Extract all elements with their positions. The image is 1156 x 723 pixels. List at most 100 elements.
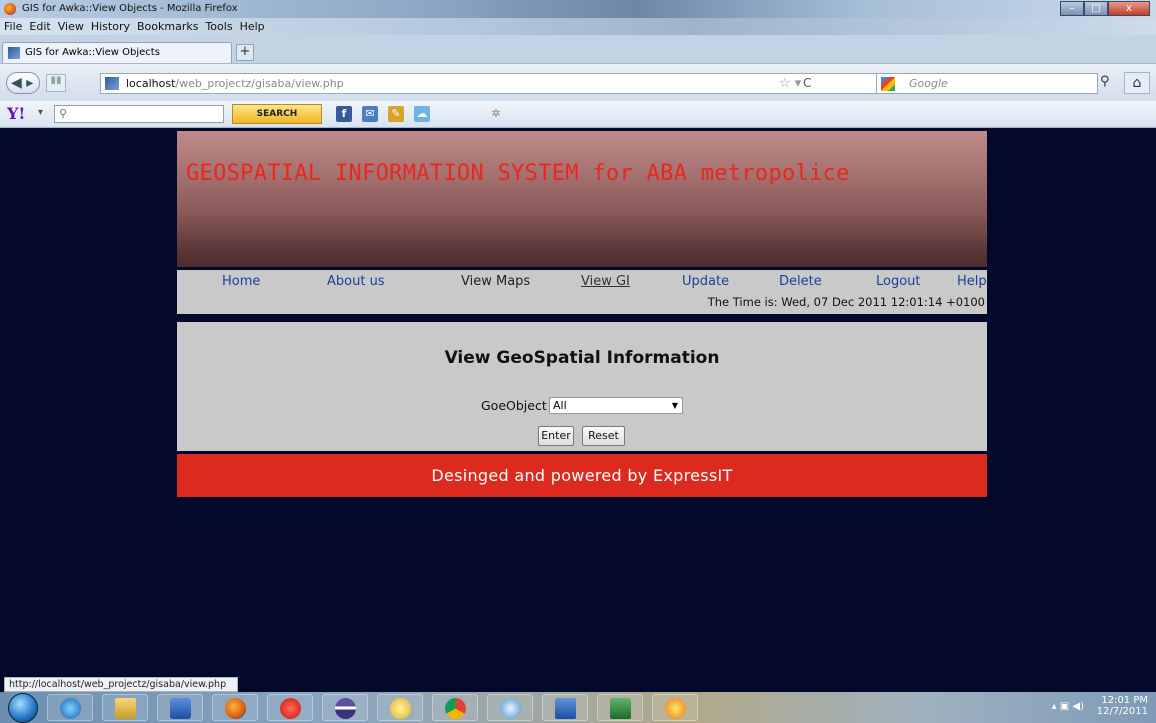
url-host: localhost [126, 77, 176, 90]
history-bars-icon[interactable]: ▮▮ [46, 74, 66, 92]
taskbar-eclipse[interactable] [322, 694, 368, 721]
back-button[interactable]: ◀ ▸ [6, 72, 40, 94]
taskbar-excel[interactable] [597, 694, 643, 721]
taskbar-firefox[interactable] [212, 694, 258, 721]
menu-view[interactable]: View [58, 18, 84, 35]
chrome-icon [445, 698, 466, 719]
tab-gis-view-objects[interactable]: GIS for Awka::View Objects [2, 42, 232, 63]
weather-icon[interactable]: ☁ [414, 106, 430, 122]
nav-update[interactable]: Update [682, 274, 729, 289]
url-text: localhost/web_projectz/gisaba/view.php [126, 77, 344, 90]
media-player-icon [170, 698, 191, 719]
taskbar-explorer[interactable] [102, 694, 148, 721]
nav-view-gi[interactable]: View GI [581, 274, 630, 289]
tab-title: GIS for Awka::View Objects [25, 47, 160, 58]
page-viewport: GEOSPATIAL INFORMATION SYSTEM for ABA me… [0, 128, 1156, 691]
menu-help[interactable]: Help [240, 18, 265, 35]
app-icon [390, 698, 411, 719]
geoobject-select[interactable]: All ▼ [549, 397, 683, 414]
menu-tools[interactable]: Tools [205, 18, 232, 35]
start-button[interactable] [8, 693, 38, 723]
burst-icon [665, 698, 686, 719]
menu-bar: File Edit View History Bookmarks Tools H… [0, 18, 1156, 35]
firefox-icon [4, 3, 16, 15]
taskbar-app-yellow[interactable] [377, 694, 423, 721]
back-arrow-icon: ◀ ▸ [11, 75, 34, 91]
site-footer: Desinged and powered by ExpressIT [177, 454, 987, 497]
google-icon [881, 77, 895, 91]
address-bar[interactable]: localhost/web_projectz/gisaba/view.php ☆… [100, 73, 948, 94]
menu-file[interactable]: File [4, 18, 22, 35]
new-tab-button[interactable]: + [236, 44, 254, 61]
taskbar-word[interactable] [542, 694, 588, 721]
site-favicon-icon [105, 77, 119, 90]
window-titlebar: GIS for Awka::View Objects - Mozilla Fir… [0, 0, 1156, 18]
taskbar-opera[interactable] [267, 694, 313, 721]
minimize-button[interactable]: – [1060, 1, 1084, 16]
nav-home[interactable]: Home [222, 274, 260, 289]
clock-date[interactable]: 12/7/2011 [1097, 706, 1148, 717]
yahoo-logo[interactable]: Y! [7, 104, 25, 123]
tab-bar: GIS for Awka::View Objects + [0, 35, 1156, 63]
menu-history[interactable]: History [91, 18, 130, 35]
excel-icon [610, 698, 631, 719]
facebook-icon[interactable]: f [336, 106, 352, 122]
window-title: GIS for Awka::View Objects - Mozilla Fir… [22, 3, 238, 14]
url-path: /web_projectz/gisaba/view.php [175, 77, 344, 90]
bookmark-star-icon[interactable]: ☆ ▾ [779, 76, 801, 91]
menu-bookmarks[interactable]: Bookmarks [137, 18, 198, 35]
nav-view-maps[interactable]: View Maps [461, 274, 530, 289]
reload-icon[interactable]: C [803, 76, 811, 90]
nav-logout[interactable]: Logout [876, 274, 921, 289]
home-icon[interactable]: ⌂ [1124, 72, 1150, 94]
menu-edit[interactable]: Edit [29, 18, 50, 35]
taskbar-chrome[interactable] [432, 694, 478, 721]
window-controls: – □ x [1060, 1, 1150, 16]
status-bar-url: http://localhost/web_projectz/gisaba/vie… [4, 677, 238, 692]
yahoo-toolbar: Y! ▾ ⚲ SEARCH f ✉ ✎ ☁ ✲ [0, 101, 1156, 128]
safari-icon [500, 698, 521, 719]
server-time: The Time is: Wed, 07 Dec 2011 12:01:14 +… [707, 295, 985, 309]
search-placeholder: Google [909, 77, 948, 90]
opera-icon [280, 698, 301, 719]
geoobject-label: GoeObject [481, 398, 547, 413]
site-nav: Home About us View Maps View GI Update D… [177, 270, 987, 314]
chevron-down-icon: ▼ [671, 401, 678, 410]
close-button[interactable]: x [1108, 1, 1150, 16]
taskbar-ie[interactable] [47, 694, 93, 721]
web-search-field[interactable]: Google [876, 73, 1098, 94]
navigation-toolbar: ◀ ▸ ▮▮ localhost/web_projectz/gisaba/vie… [0, 63, 1156, 101]
maximize-button[interactable]: □ [1084, 1, 1108, 16]
firefox-icon [225, 698, 246, 719]
enter-button[interactable]: Enter [538, 426, 574, 446]
clock-time[interactable]: 12:01 PM [1097, 695, 1148, 706]
site-favicon-icon [8, 47, 20, 59]
search-icon[interactable]: ⚲ [1100, 74, 1110, 89]
eclipse-icon [335, 698, 356, 719]
system-tray: ▴ ▣ ◀) 12:01 PM 12/7/2011 [1052, 695, 1148, 717]
nav-about-us[interactable]: About us [327, 274, 385, 289]
mail-icon[interactable]: ✉ [362, 106, 378, 122]
taskbar-safari[interactable] [487, 694, 533, 721]
tray-icons[interactable]: ▴ ▣ ◀) [1052, 701, 1084, 712]
site-banner: GEOSPATIAL INFORMATION SYSTEM for ABA me… [177, 131, 987, 267]
nav-help[interactable]: Help [957, 274, 987, 289]
word-icon [555, 698, 576, 719]
nav-delete[interactable]: Delete [779, 274, 822, 289]
internet-explorer-icon [60, 698, 81, 719]
geoobject-selected-value: All [553, 399, 567, 412]
settings-gear-icon[interactable]: ✲ [488, 106, 504, 122]
folder-icon [115, 698, 136, 719]
yahoo-search-input[interactable]: ⚲ [54, 105, 224, 123]
taskbar-app-burst[interactable] [652, 694, 698, 721]
page-title: View GeoSpatial Information [444, 348, 720, 368]
notepad-icon[interactable]: ✎ [388, 106, 404, 122]
footer-credit: Desinged and powered by ExpressIT [431, 466, 733, 485]
yahoo-search-button[interactable]: SEARCH [232, 104, 322, 124]
search-icon: ⚲ [59, 107, 68, 120]
reset-button[interactable]: Reset [582, 426, 625, 446]
chevron-down-icon[interactable]: ▾ [38, 107, 43, 118]
view-gi-panel: View GeoSpatial Information GoeObject Al… [177, 322, 987, 451]
taskbar-media-player[interactable] [157, 694, 203, 721]
site-title: GEOSPATIAL INFORMATION SYSTEM for ABA me… [186, 161, 850, 186]
